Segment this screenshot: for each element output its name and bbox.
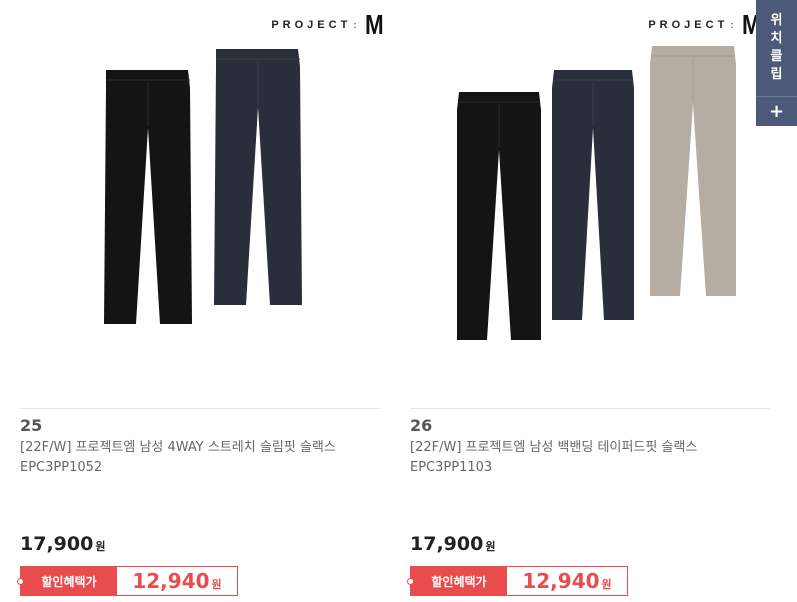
product-image[interactable]: PROJECT : M bbox=[20, 0, 383, 400]
price-unit: 원 bbox=[485, 540, 496, 553]
location-clip-widget[interactable]: 위 치 클 립 + bbox=[756, 0, 797, 126]
price-unit: 원 bbox=[95, 540, 106, 553]
price-value: 17,900 bbox=[410, 533, 484, 555]
product-title[interactable]: [22F/W] 프로젝트엠 남성 4WAY 스트레치 슬림핏 슬랙스 EPC3P… bbox=[20, 438, 375, 478]
black-pants-image bbox=[104, 70, 192, 324]
dot-icon bbox=[17, 578, 24, 585]
product-title[interactable]: [22F/W] 프로젝트엠 남성 백밴딩 테이퍼드핏 슬랙스 EPC3PP110… bbox=[410, 438, 765, 478]
discount-box: 할인혜택가 12,940 원 bbox=[17, 566, 238, 596]
dot-icon bbox=[407, 578, 414, 585]
discount-label: 할인혜택가 bbox=[17, 567, 117, 595]
product-image[interactable]: PROJECT : M bbox=[410, 0, 770, 400]
black-pants-image bbox=[457, 92, 541, 340]
discount-price: 12,940 원 bbox=[132, 569, 222, 593]
rank-number: 26 bbox=[410, 416, 433, 435]
brand-logo: PROJECT : M bbox=[648, 9, 760, 40]
discount-label: 할인혜택가 bbox=[407, 567, 507, 595]
navy-pants-image bbox=[214, 49, 302, 305]
grey-pants-image bbox=[650, 46, 736, 296]
product-card[interactable]: PROJECT : M 26 [22F/W] 프로젝트엠 남성 백밴딩 테이퍼드… bbox=[407, 0, 780, 602]
rank-number: 25 bbox=[20, 416, 43, 435]
discount-price: 12,940 원 bbox=[522, 569, 612, 593]
divider bbox=[20, 408, 380, 409]
product-price: 17,900 원 bbox=[410, 533, 495, 555]
navy-pants-image bbox=[552, 70, 634, 320]
plus-icon[interactable]: + bbox=[756, 96, 797, 126]
discount-box: 할인혜택가 12,940 원 bbox=[407, 566, 628, 596]
divider bbox=[410, 408, 770, 409]
location-clip-button[interactable]: 위 치 클 립 bbox=[756, 0, 797, 96]
product-card[interactable]: PROJECT : M 25 [22F/W] 프로젝트엠 남성 4WAY 스트레… bbox=[17, 0, 390, 602]
brand-logo: PROJECT : M bbox=[271, 9, 383, 40]
product-price: 17,900 원 bbox=[20, 533, 105, 555]
price-value: 17,900 bbox=[20, 533, 94, 555]
